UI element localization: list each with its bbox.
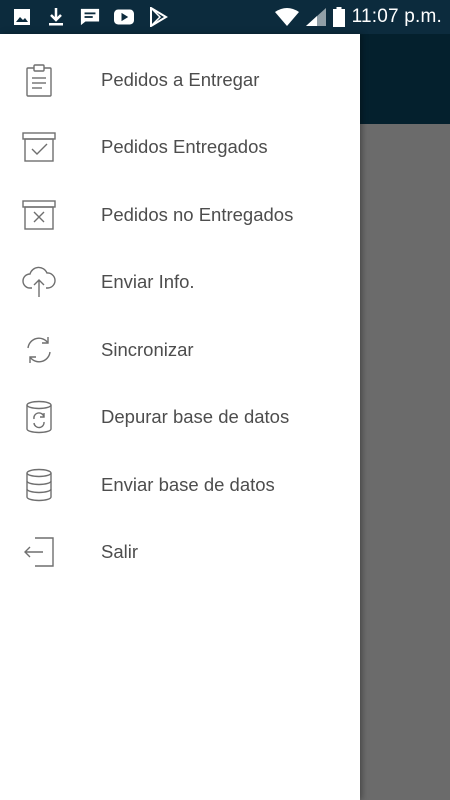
drawer-item-label: Pedidos a Entregar [101, 68, 260, 90]
drawer-item-salir[interactable]: Salir [0, 519, 360, 587]
drawer-item-label: Pedidos Entregados [101, 136, 268, 158]
gallery-icon [12, 7, 32, 27]
drawer-item-label: Depurar base de datos [101, 406, 290, 428]
signal-icon [305, 7, 326, 27]
logout-icon [22, 535, 56, 569]
database-icon [22, 468, 56, 502]
navigation-drawer: Pedidos a Entregar Pedidos Entregados Pe… [0, 34, 360, 800]
cloud-upload-icon [22, 265, 56, 299]
sync-icon [22, 333, 56, 367]
status-time: 11:07 p.m. [351, 6, 442, 27]
drawer-item-label: Sincronizar [101, 338, 194, 360]
box-x-icon [22, 198, 56, 232]
drawer-item-label: Salir [101, 541, 139, 563]
message-icon [80, 7, 100, 27]
battery-icon [332, 7, 346, 27]
play-store-icon [148, 7, 168, 27]
drawer-item-pedidos-entregados[interactable]: Pedidos Entregados [0, 114, 360, 182]
drawer-item-pedidos-no-entregados[interactable]: Pedidos no Entregados [0, 181, 360, 249]
status-bar: 11:07 p.m. [0, 0, 450, 34]
drawer-item-enviar-base-de-datos[interactable]: Enviar base de datos [0, 451, 360, 519]
drawer-menu: Pedidos a Entregar Pedidos Entregados Pe… [0, 34, 360, 586]
database-refresh-icon [22, 400, 56, 434]
status-bar-system: 11:07 p.m. [274, 6, 442, 28]
drawer-item-pedidos-a-entregar[interactable]: Pedidos a Entregar [0, 46, 360, 114]
clipboard-icon [22, 63, 56, 97]
drawer-item-label: Pedidos no Entregados [101, 203, 294, 225]
youtube-icon [114, 7, 134, 27]
drawer-item-label: Enviar base de datos [101, 473, 275, 495]
drawer-item-label: Enviar Info. [101, 271, 195, 293]
download-icon [46, 7, 66, 27]
drawer-item-sincronizar[interactable]: Sincronizar [0, 316, 360, 384]
wifi-icon [274, 7, 300, 27]
drawer-item-enviar-info[interactable]: Enviar Info. [0, 249, 360, 317]
status-bar-notifications [12, 7, 168, 27]
box-check-icon [22, 130, 56, 164]
drawer-item-depurar-base-de-datos[interactable]: Depurar base de datos [0, 384, 360, 452]
